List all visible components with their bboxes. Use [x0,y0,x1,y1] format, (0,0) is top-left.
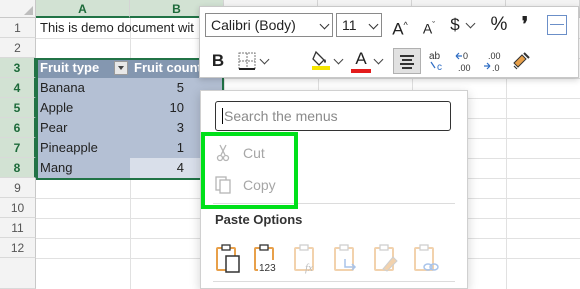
paste-formulas-icon[interactable]: fx [293,243,321,275]
row-header-10[interactable]: 10 [0,198,36,218]
decrease-decimal-button[interactable]: .00 .0 [482,49,506,73]
cell-a1[interactable]: This is demo document wit [36,18,216,38]
row-header-8[interactable]: 8 [0,158,36,178]
mini-toolbar: Calibri (Body) 11 A^ Aˇ $ % ❜ B A ab c 0… [199,6,579,78]
row-header-6[interactable]: 6 [0,118,36,138]
context-menu: Search the menus Cut Copy Paste Options … [200,90,468,289]
svg-text:.00: .00 [458,63,471,73]
paste-formatting-icon[interactable] [373,243,401,275]
format-painter-icon [513,52,530,70]
accounting-format-button[interactable]: $ [446,13,464,37]
paste-icon[interactable] [215,243,243,275]
select-all-corner[interactable] [0,0,36,18]
svg-text:.00: .00 [488,51,501,61]
paste-transpose-icon[interactable] [333,243,361,275]
wrap-text-button[interactable] [547,15,567,35]
comma-style-button[interactable]: ❜ [516,13,534,37]
fill-color-button[interactable] [310,49,332,73]
shrink-font-button[interactable]: Aˇ [418,13,440,37]
font-size-value: 11 [342,17,357,33]
svg-text:123: 123 [259,263,276,274]
grow-font-button[interactable]: A^ [388,13,412,39]
grow-font-icon: A [392,19,404,39]
row-header-4[interactable]: 4 [0,78,36,98]
column-header-a[interactable]: A [36,0,130,18]
row-header-2[interactable]: 2 [0,38,36,58]
format-painter-button[interactable] [510,49,534,73]
row-header-11[interactable]: 11 [0,218,36,238]
row-header-7[interactable]: 7 [0,138,36,158]
table-cell-fruit[interactable]: Mang [36,158,130,178]
table-cell-fruit[interactable]: Pineapple [36,138,130,158]
row-header-1[interactable]: 1 [0,18,36,38]
font-color-swatch [351,69,371,73]
svg-text:.0: .0 [492,63,500,73]
table-cell-fruit[interactable]: Apple [36,98,130,118]
paste-link-icon[interactable] [413,243,441,275]
svg-text:ab: ab [429,51,441,62]
row-header-5[interactable]: 5 [0,98,36,118]
borders-icon [238,52,256,70]
chevron-down-icon [319,19,330,30]
scissors-icon [216,144,230,162]
svg-text:c: c [437,62,442,73]
svg-text:fx: fx [305,262,313,274]
row-header-13[interactable] [0,258,36,289]
font-name-value: Calibri (Body) [211,17,296,33]
menu-divider [213,281,455,282]
decrease-decimal-icon: .00 .0 [484,51,501,73]
font-color-icon: A [355,49,367,68]
paste-values-icon[interactable]: 123 [253,243,281,275]
font-color-button[interactable]: A [350,49,372,73]
font-size-dropdown[interactable]: 11 [336,13,382,37]
percent-style-button[interactable]: % [488,13,510,37]
copy-menu-item[interactable]: Copy [201,169,467,201]
row-header-3[interactable]: 3 [0,58,36,78]
paste-options-title: Paste Options [215,212,303,227]
copy-label: Copy [243,177,276,193]
svg-text:0: 0 [463,51,468,61]
chevron-down-icon [368,19,379,30]
copy-icon [215,176,231,194]
align-center-button[interactable] [393,48,421,74]
text-direction-button[interactable]: ab c [426,49,452,73]
font-name-dropdown[interactable]: Calibri (Body) [205,13,333,37]
text-direction-icon: ab c [429,51,442,73]
table-cell-fruit[interactable]: Banana [36,78,130,98]
search-menus-input[interactable]: Search the menus [215,101,451,131]
table-header-label: Fruit type [40,60,100,75]
shrink-font-icon: A [422,20,433,37]
table-cell-fruit[interactable]: Pear [36,118,130,138]
increase-decimal-button[interactable]: 0 .00 [454,49,478,73]
cut-label: Cut [243,145,265,161]
table-header-fruit-type[interactable]: Fruit type [36,58,130,78]
bold-button[interactable]: B [208,49,228,73]
row-header-12[interactable]: 12 [0,238,36,258]
filter-dropdown-button[interactable] [114,61,128,75]
menu-divider [213,203,455,204]
fill-color-icon [312,50,330,70]
cut-menu-item[interactable]: Cut [201,137,467,169]
row-header-9[interactable]: 9 [0,178,36,198]
borders-button[interactable] [236,49,258,73]
increase-decimal-icon: 0 .00 [455,51,471,73]
